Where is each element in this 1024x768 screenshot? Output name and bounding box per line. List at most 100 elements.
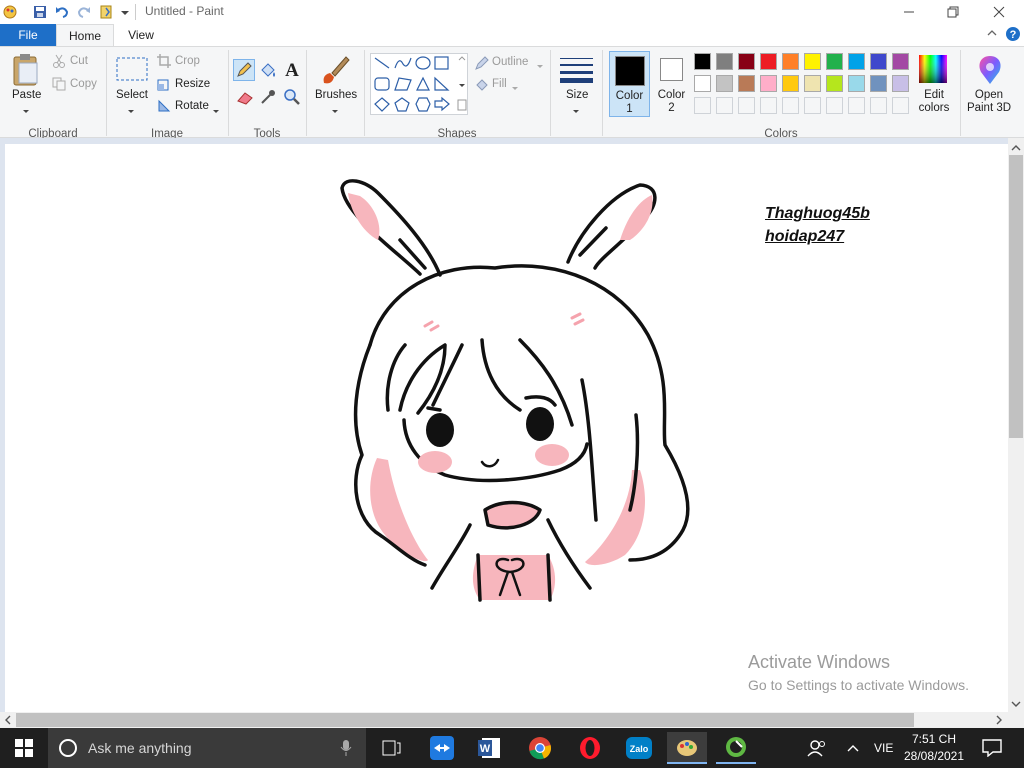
palette-color-swatch[interactable] <box>848 75 865 92</box>
redo-icon[interactable] <box>76 4 92 20</box>
edit-colors-icon[interactable] <box>918 54 948 87</box>
app-taskbar-icon[interactable] <box>716 732 756 764</box>
taskbar-search-box[interactable]: Ask me anything <box>48 728 366 768</box>
fill-dropdown-icon[interactable] <box>511 81 519 95</box>
color1-button[interactable]: Color 1 <box>609 51 650 117</box>
help-icon[interactable]: ? <box>1005 26 1021 45</box>
copy-icon[interactable] <box>52 77 66 94</box>
paint-app-icon[interactable] <box>2 4 18 20</box>
paint-3d-icon[interactable] <box>975 54 1005 89</box>
zalo-app-icon[interactable]: Zalo <box>619 732 659 764</box>
edit-colors-button[interactable]: Edit colors <box>914 89 954 115</box>
shapes-gallery[interactable] <box>370 53 468 115</box>
customize-toolbar-chevron-icon[interactable] <box>119 4 135 20</box>
palette-color-swatch[interactable] <box>716 53 733 70</box>
palette-color-swatch[interactable] <box>760 53 777 70</box>
fill-icon[interactable] <box>474 77 490 96</box>
paste-icon[interactable] <box>11 53 41 90</box>
start-button[interactable] <box>4 732 44 764</box>
paste-button[interactable]: Paste <box>12 89 41 101</box>
palette-color-swatch[interactable] <box>694 53 711 70</box>
palette-color-swatch[interactable] <box>760 75 777 92</box>
brushes-button[interactable]: Brushes <box>315 89 357 101</box>
custom-color-slot[interactable] <box>782 97 799 114</box>
minimize-button[interactable] <box>886 0 932 24</box>
color-picker-tool-icon[interactable] <box>259 88 277 109</box>
brushes-icon[interactable] <box>318 53 352 90</box>
palette-color-swatch[interactable] <box>892 75 909 92</box>
word-app-icon[interactable]: W <box>470 732 510 764</box>
palette-color-swatch[interactable] <box>870 75 887 92</box>
palette-color-swatch[interactable] <box>848 53 865 70</box>
palette-color-swatch[interactable] <box>782 75 799 92</box>
select-icon[interactable] <box>116 57 148 86</box>
brushes-dropdown-icon[interactable] <box>331 104 339 118</box>
scroll-right-icon[interactable] <box>994 714 1004 729</box>
collapse-ribbon-icon[interactable] <box>986 27 998 42</box>
restore-button[interactable] <box>930 0 976 24</box>
size-icon[interactable] <box>560 56 594 87</box>
scroll-up-icon[interactable] <box>1010 142 1022 156</box>
scroll-down-icon[interactable] <box>1010 698 1022 712</box>
outline-icon[interactable] <box>474 55 490 74</box>
palette-color-swatch[interactable] <box>826 75 843 92</box>
tab-home[interactable]: Home <box>56 24 114 46</box>
resize-icon[interactable] <box>157 77 171 94</box>
undo-icon[interactable] <box>54 4 70 20</box>
palette-color-swatch[interactable] <box>716 75 733 92</box>
copy-button[interactable]: Copy <box>70 78 97 90</box>
color2-button[interactable]: Color 2 <box>651 51 692 117</box>
action-center-icon[interactable] <box>972 732 1012 764</box>
palette-color-swatch[interactable] <box>804 53 821 70</box>
palette-color-swatch[interactable] <box>738 53 755 70</box>
size-dropdown-icon[interactable] <box>572 104 580 118</box>
close-button[interactable] <box>976 0 1022 24</box>
tab-view[interactable]: View <box>116 24 166 46</box>
custom-color-slot[interactable] <box>694 97 711 114</box>
palette-color-swatch[interactable] <box>738 75 755 92</box>
drawing-canvas[interactable]: Thaghuog45b hoidap247 <box>5 144 1008 712</box>
show-hidden-icons-chevron-icon[interactable] <box>833 732 873 764</box>
task-view-icon[interactable] <box>372 732 412 764</box>
fill-button[interactable]: Fill <box>492 78 507 90</box>
select-dropdown-icon[interactable] <box>127 104 135 118</box>
custom-color-slot[interactable] <box>892 97 909 114</box>
rotate-button[interactable]: Rotate <box>175 100 209 112</box>
pencil-tool[interactable] <box>233 59 255 81</box>
crop-icon[interactable] <box>157 54 171 71</box>
paste-dropdown-icon[interactable] <box>22 104 30 118</box>
outline-button[interactable]: Outline <box>492 56 528 68</box>
palette-color-swatch[interactable] <box>804 75 821 92</box>
magnifier-tool-icon[interactable] <box>283 88 301 109</box>
people-icon[interactable] <box>797 732 837 764</box>
input-language[interactable]: VIE <box>874 741 893 755</box>
file-menu[interactable]: File <box>0 24 56 46</box>
rotate-dropdown-icon[interactable] <box>212 104 220 118</box>
palette-color-swatch[interactable] <box>892 53 909 70</box>
outline-dropdown-icon[interactable] <box>536 59 544 73</box>
open-paint-3d-button[interactable]: Open Paint 3D <box>966 89 1012 115</box>
custom-color-slot[interactable] <box>870 97 887 114</box>
custom-color-slot[interactable] <box>738 97 755 114</box>
palette-color-swatch[interactable] <box>826 53 843 70</box>
rotate-icon[interactable] <box>157 99 171 116</box>
new-file-icon[interactable] <box>98 4 114 20</box>
horizontal-scroll-thumb[interactable] <box>16 713 914 727</box>
teamviewer-app-icon[interactable] <box>422 732 462 764</box>
palette-color-swatch[interactable] <box>782 53 799 70</box>
save-icon[interactable] <box>32 4 48 20</box>
cut-icon[interactable] <box>52 54 66 71</box>
custom-color-slot[interactable] <box>848 97 865 114</box>
palette-color-swatch[interactable] <box>870 53 887 70</box>
palette-color-swatch[interactable] <box>694 75 711 92</box>
taskbar-clock[interactable]: 7:51 CH 28/08/2021 <box>902 731 966 765</box>
cut-button[interactable]: Cut <box>70 55 88 67</box>
size-button[interactable]: Size <box>566 89 588 101</box>
eraser-tool-icon[interactable] <box>235 89 255 110</box>
text-tool-icon[interactable]: A <box>282 58 302 83</box>
custom-color-slot[interactable] <box>716 97 733 114</box>
vertical-scroll-thumb[interactable] <box>1009 155 1023 438</box>
select-button[interactable]: Select <box>116 89 148 101</box>
custom-color-slot[interactable] <box>760 97 777 114</box>
paint-taskbar-icon[interactable] <box>667 732 707 764</box>
